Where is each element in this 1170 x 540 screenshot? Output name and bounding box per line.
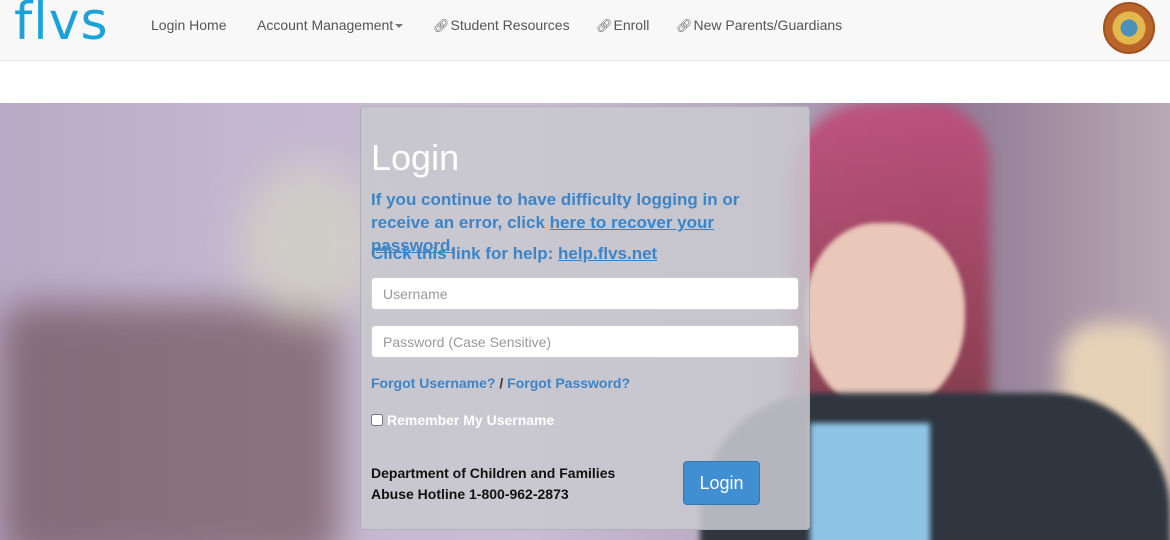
login-button[interactable]: Login bbox=[683, 461, 760, 505]
username-input[interactable] bbox=[371, 277, 799, 310]
remember-username-checkbox[interactable] bbox=[371, 414, 383, 426]
dcf-hotline-note: Department of Children and Families Abus… bbox=[371, 463, 615, 505]
dcf-line-1: Department of Children and Families bbox=[371, 465, 616, 481]
forgot-links: Forgot Username? / Forgot Password? bbox=[371, 375, 630, 391]
link-icon: 🔗︎ bbox=[676, 18, 693, 33]
help-line: Click this link for help: help.flvs.net bbox=[371, 244, 657, 264]
flvs-logo[interactable]: flvs bbox=[14, 0, 109, 52]
link-icon: 🔗︎ bbox=[596, 18, 613, 33]
photo-student-face bbox=[805, 223, 965, 413]
remember-username-label: Remember My Username bbox=[387, 412, 555, 428]
nav-new-parents[interactable]: 🔗︎New Parents/Guardians bbox=[676, 17, 842, 34]
forgot-separator: / bbox=[499, 375, 504, 391]
caret-down-icon bbox=[395, 24, 404, 29]
photo-student-shirt bbox=[810, 423, 930, 540]
nav-enroll[interactable]: 🔗︎Enroll bbox=[596, 17, 649, 34]
nav-account-management-label: Account Management bbox=[257, 17, 394, 33]
login-title: Login bbox=[371, 137, 460, 178]
nav-login-home[interactable]: Login Home bbox=[151, 17, 227, 33]
help-flvs-link[interactable]: help.flvs.net bbox=[558, 244, 657, 263]
forgot-password-link[interactable]: Forgot Password? bbox=[507, 375, 630, 391]
top-navbar: flvs Login Home Account Management 🔗︎Stu… bbox=[0, 0, 1170, 61]
help-text: Click this link for help: bbox=[371, 244, 559, 263]
password-input[interactable] bbox=[371, 325, 799, 358]
link-icon: 🔗︎ bbox=[433, 18, 450, 33]
nav-student-resources[interactable]: 🔗︎Student Resources bbox=[433, 17, 570, 34]
photo-chair-shape bbox=[0, 303, 340, 540]
dcf-line-2: Abuse Hotline 1-800-962-2873 bbox=[371, 486, 569, 502]
nav-new-parents-label: New Parents/Guardians bbox=[693, 17, 843, 33]
nav-enroll-label: Enroll bbox=[613, 17, 650, 33]
florida-seal-icon bbox=[1103, 2, 1155, 54]
remember-username[interactable]: Remember My Username bbox=[371, 412, 554, 428]
login-panel: Login If you continue to have difficulty… bbox=[360, 106, 810, 530]
photo-plant-shape bbox=[240, 163, 380, 323]
nav-student-resources-label: Student Resources bbox=[450, 17, 570, 33]
forgot-username-link[interactable]: Forgot Username? bbox=[371, 375, 495, 391]
nav-account-management[interactable]: Account Management bbox=[257, 17, 404, 33]
